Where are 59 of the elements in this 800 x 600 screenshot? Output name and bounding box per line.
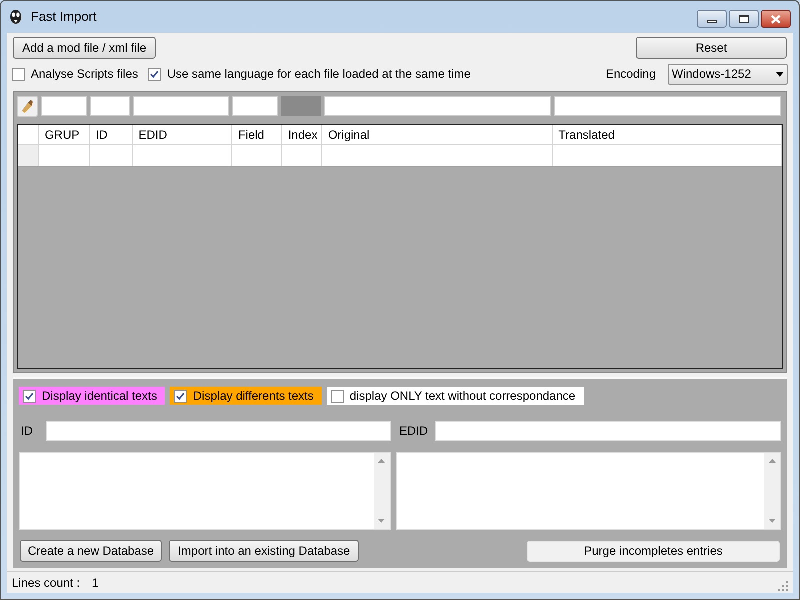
filter-field[interactable] [41, 96, 87, 116]
filter-field[interactable] [232, 96, 278, 116]
column-header[interactable]: Translated [552, 125, 782, 144]
text-area[interactable] [19, 452, 391, 530]
encoding-label: Encoding [606, 66, 656, 83]
filter-field[interactable] [133, 96, 229, 116]
minimize-button[interactable] [697, 10, 727, 28]
scroll-up-icon[interactable] [378, 459, 386, 463]
edid-field[interactable] [435, 421, 781, 441]
filter-label: Display differents texts [193, 388, 314, 405]
caret-icon [776, 72, 784, 76]
status-label: Lines count : [12, 574, 80, 592]
maximize-button[interactable] [729, 10, 759, 28]
broom-icon [20, 98, 35, 114]
scroll-down-icon[interactable] [378, 519, 386, 523]
display-filter[interactable]: display ONLY text without correspondance [326, 387, 584, 405]
column-header[interactable]: Original [322, 125, 553, 144]
resize-grip-icon[interactable] [778, 581, 788, 591]
checkbox[interactable] [148, 68, 162, 80]
display-filter[interactable]: Display differents texts [170, 387, 322, 405]
checkbox[interactable] [12, 68, 25, 80]
text-area[interactable] [396, 452, 781, 530]
checkbox[interactable] [23, 390, 36, 402]
column-header[interactable]: GRUP [38, 125, 90, 144]
close-icon [771, 14, 781, 24]
column-header[interactable]: EDID [132, 125, 232, 144]
filter-label: Display identical texts [42, 388, 158, 405]
option-label: Use same language for each file loaded at the same time [167, 66, 471, 83]
app-icon [9, 9, 23, 25]
column-header[interactable]: Field [232, 125, 282, 144]
create-database-button[interactable]: Create a new Database [20, 540, 162, 562]
scroll-down-icon[interactable] [768, 519, 776, 523]
column-header[interactable]: ID [90, 125, 133, 144]
id-field[interactable] [46, 421, 391, 441]
scrollbar[interactable] [764, 453, 780, 529]
clear-filter-button[interactable] [17, 96, 38, 116]
checkbox[interactable] [330, 390, 344, 402]
filter-field[interactable] [90, 96, 130, 116]
encoding-dropdown[interactable]: Windows-1252 [668, 64, 788, 84]
column-header[interactable]: Index [282, 125, 322, 144]
display-filter[interactable]: Display identical texts [19, 387, 166, 405]
filter-label: display ONLY text without correspondance [350, 388, 576, 405]
add-file-button[interactable]: Add a mod file / xml file [13, 37, 156, 59]
scrollbar[interactable] [374, 453, 390, 529]
reset-button[interactable]: Reset [636, 37, 787, 59]
import-database-button[interactable]: Import into an existing Database [169, 540, 360, 562]
option-label: Analyse Scripts files [31, 66, 138, 83]
checkbox[interactable] [174, 390, 188, 402]
filter-field[interactable] [554, 96, 781, 116]
edid-label: EDID [398, 423, 430, 440]
scroll-up-icon[interactable] [768, 459, 776, 463]
close-button[interactable] [761, 10, 791, 28]
row-header[interactable] [18, 145, 39, 166]
filter-field[interactable] [324, 96, 551, 116]
window-title: Fast Import [31, 8, 97, 26]
filter-gap [281, 96, 321, 116]
status-value: 1 [92, 574, 99, 592]
purge-button[interactable]: Purge incompletes entries [527, 540, 780, 562]
id-label: ID [20, 423, 34, 440]
